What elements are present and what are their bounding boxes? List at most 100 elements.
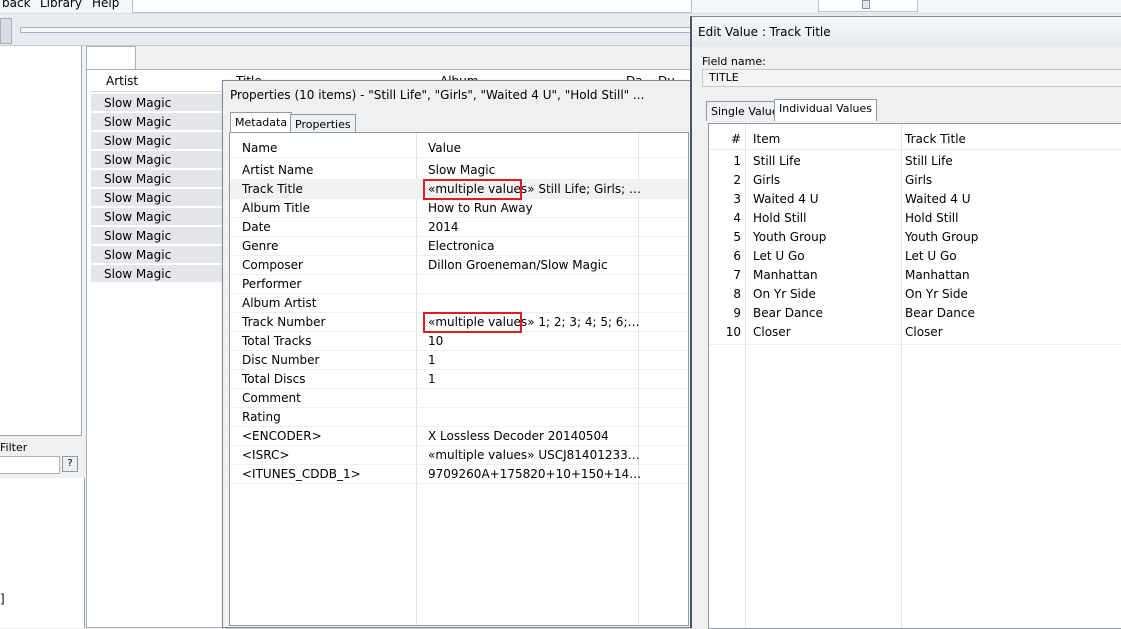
metadata-row-date[interactable]: Date 2014 bbox=[230, 218, 688, 237]
field-value[interactable]: Slow Magic bbox=[428, 163, 642, 177]
value-row[interactable]: 8 On Yr Side On Yr Side bbox=[709, 285, 1121, 304]
menu-library[interactable]: Library bbox=[40, 0, 82, 10]
metadata-row-performer[interactable]: Performer bbox=[230, 275, 688, 294]
panel-text-fragment: ] bbox=[0, 592, 5, 606]
value-row[interactable]: 9 Bear Dance Bear Dance bbox=[709, 304, 1121, 323]
row-number: 1 bbox=[733, 154, 741, 168]
menu-playback[interactable]: back bbox=[2, 0, 31, 10]
row-number: 7 bbox=[733, 268, 741, 282]
menu-help[interactable]: Help bbox=[92, 0, 119, 10]
metadata-row-isrc[interactable]: <ISRC> «multiple values» USCJ81401233; U… bbox=[230, 446, 688, 465]
value-row[interactable]: 10 Closer Closer bbox=[709, 323, 1121, 342]
field-name: Album Artist bbox=[242, 296, 317, 310]
field-value[interactable]: Electronica bbox=[428, 239, 642, 253]
metadata-row-total-tracks[interactable]: Total Tracks 10 bbox=[230, 332, 688, 351]
field-value[interactable]: How to Run Away bbox=[428, 201, 642, 215]
field-value[interactable]: 2014 bbox=[428, 220, 642, 234]
tab-single-value[interactable]: Single Value bbox=[706, 101, 784, 121]
playlist-row[interactable]: Slow Magic bbox=[91, 189, 227, 207]
field-name: <ISRC> bbox=[242, 448, 290, 462]
row-track-title[interactable]: Youth Group bbox=[905, 230, 978, 244]
metadata-row-disc-number[interactable]: Disc Number 1 bbox=[230, 351, 688, 370]
value-row[interactable]: 5 Youth Group Youth Group bbox=[709, 228, 1121, 247]
row-item: Hold Still bbox=[753, 211, 807, 225]
playlist-row[interactable]: Slow Magic bbox=[91, 113, 227, 131]
field-value[interactable]: 1 bbox=[428, 353, 642, 367]
playlist-row[interactable]: Slow Magic bbox=[91, 227, 227, 245]
playlist-row[interactable]: Slow Magic bbox=[91, 94, 227, 112]
filter-help-button[interactable]: ? bbox=[62, 456, 78, 472]
field-name: Album Title bbox=[242, 201, 310, 215]
panel-tab[interactable] bbox=[0, 18, 12, 44]
field-value[interactable]: X Lossless Decoder 20140504 bbox=[428, 429, 642, 443]
values-header: # Item Track Title bbox=[709, 130, 1121, 149]
filter-input[interactable] bbox=[0, 456, 60, 474]
individual-values-grid[interactable]: # Item Track Title 1 Still Life Still Li… bbox=[708, 123, 1121, 629]
column-name[interactable]: Name bbox=[242, 141, 277, 155]
field-value[interactable]: 10 bbox=[428, 334, 642, 348]
field-name: Artist Name bbox=[242, 163, 314, 177]
playlist-row[interactable]: Slow Magic bbox=[91, 246, 227, 264]
row-track-title[interactable]: Let U Go bbox=[905, 249, 957, 263]
tab-individual-values[interactable]: Individual Values bbox=[774, 99, 878, 121]
playlist-row[interactable]: Slow Magic bbox=[91, 170, 227, 188]
multiple-values-highlight bbox=[423, 179, 522, 200]
seekbar[interactable] bbox=[20, 27, 700, 33]
row-track-title[interactable]: Girls bbox=[905, 173, 932, 187]
playlist-row[interactable]: Slow Magic bbox=[91, 265, 227, 283]
column-number[interactable]: # bbox=[709, 132, 741, 146]
playlist-row[interactable]: Slow Magic bbox=[91, 151, 227, 169]
row-item: Still Life bbox=[753, 154, 801, 168]
row-number: 8 bbox=[733, 287, 741, 301]
metadata-row-genre[interactable]: Genre Electronica bbox=[230, 237, 688, 256]
library-tree-panel[interactable] bbox=[0, 46, 82, 436]
value-row[interactable]: 2 Girls Girls bbox=[709, 171, 1121, 190]
value-row[interactable]: 7 Manhattan Manhattan bbox=[709, 266, 1121, 285]
volume-slider-handle[interactable] bbox=[862, 0, 870, 9]
row-track-title[interactable]: On Yr Side bbox=[905, 287, 968, 301]
field-value[interactable]: 9709260A+175820+10+150+14450+34... bbox=[428, 467, 642, 481]
field-value[interactable]: «multiple values» USCJ81401233; USCJ... bbox=[428, 448, 642, 462]
value-row[interactable]: 6 Let U Go Let U Go bbox=[709, 247, 1121, 266]
row-item: Bear Dance bbox=[753, 306, 823, 320]
field-value[interactable]: 1 bbox=[428, 372, 642, 386]
column-artist[interactable]: Artist bbox=[106, 74, 138, 88]
metadata-row-album-artist[interactable]: Album Artist bbox=[230, 294, 688, 313]
value-row[interactable]: 4 Hold Still Hold Still bbox=[709, 209, 1121, 228]
row-track-title[interactable]: Still Life bbox=[905, 154, 953, 168]
tab-metadata[interactable]: Metadata bbox=[230, 112, 293, 134]
column-item[interactable]: Item bbox=[753, 132, 780, 146]
metadata-row-encoder[interactable]: <ENCODER> X Lossless Decoder 20140504 bbox=[230, 427, 688, 446]
metadata-row-composer[interactable]: Composer Dillon Groeneman/Slow Magic bbox=[230, 256, 688, 275]
metadata-row-comment[interactable]: Comment bbox=[230, 389, 688, 408]
playlist-tab[interactable] bbox=[86, 46, 136, 70]
metadata-row-album-title[interactable]: Album Title How to Run Away bbox=[230, 199, 688, 218]
column-value[interactable]: Value bbox=[428, 141, 642, 155]
field-value[interactable]: Dillon Groeneman/Slow Magic bbox=[428, 258, 642, 272]
tab-properties[interactable]: Properties bbox=[290, 114, 356, 134]
row-number: 9 bbox=[733, 306, 741, 320]
row-track-title[interactable]: Waited 4 U bbox=[905, 192, 971, 206]
metadata-row-total-discs[interactable]: Total Discs 1 bbox=[230, 370, 688, 389]
library-results-panel[interactable] bbox=[0, 478, 85, 628]
field-name: Date bbox=[242, 220, 271, 234]
column-track-title[interactable]: Track Title bbox=[905, 132, 966, 146]
row-track-title[interactable]: Manhattan bbox=[905, 268, 970, 282]
row-track-title[interactable]: Hold Still bbox=[905, 211, 958, 225]
metadata-row-artist-name[interactable]: Artist Name Slow Magic bbox=[230, 161, 688, 180]
value-row[interactable]: 3 Waited 4 U Waited 4 U bbox=[709, 190, 1121, 209]
value-row[interactable]: 1 Still Life Still Life bbox=[709, 152, 1121, 171]
playlist-row[interactable]: Slow Magic bbox=[91, 132, 227, 150]
field-name: Total Discs bbox=[242, 372, 306, 386]
edit-value-title: Edit Value : Track Title bbox=[698, 25, 831, 39]
metadata-row-rating[interactable]: Rating bbox=[230, 408, 688, 427]
metadata-row-itunes-cddb[interactable]: <ITUNES_CDDB_1> 9709260A+175820+10+150+1… bbox=[230, 465, 688, 484]
field-name: Disc Number bbox=[242, 353, 320, 367]
row-track-title[interactable]: Closer bbox=[905, 325, 943, 339]
metadata-grid[interactable]: Name Value Artist Name Slow Magic Track … bbox=[229, 132, 689, 626]
row-track-title[interactable]: Bear Dance bbox=[905, 306, 975, 320]
field-name: Track Number bbox=[242, 315, 326, 329]
playlist-row[interactable]: Slow Magic bbox=[91, 208, 227, 226]
multiple-values-highlight bbox=[423, 312, 522, 333]
edit-value-titlebar[interactable]: Edit Value : Track Title bbox=[692, 17, 1121, 47]
